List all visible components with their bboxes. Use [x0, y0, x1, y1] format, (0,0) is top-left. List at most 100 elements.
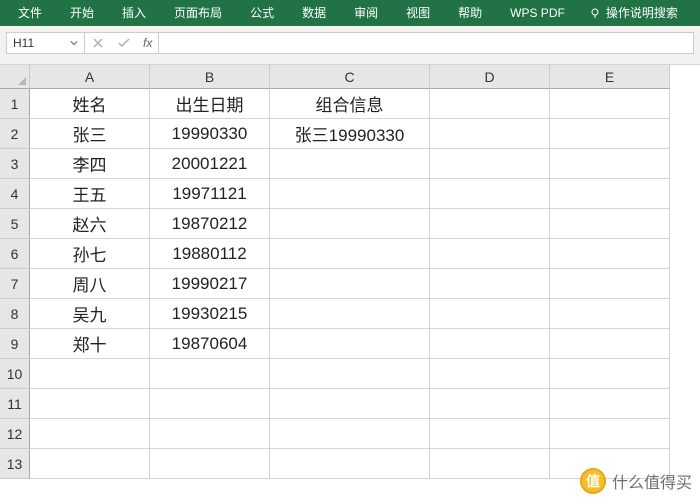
ribbon-tab-2[interactable]: 插入	[108, 0, 160, 26]
cell-B2[interactable]: 19990330	[150, 119, 270, 149]
row-header-12[interactable]: 12	[0, 419, 30, 449]
formula-input[interactable]	[159, 33, 693, 53]
name-box[interactable]: H11	[7, 33, 85, 53]
cell-D13[interactable]	[430, 449, 550, 479]
cell-A3[interactable]: 李四	[30, 149, 150, 179]
cell-B7[interactable]: 19990217	[150, 269, 270, 299]
cell-C7[interactable]	[270, 269, 430, 299]
cell-C3[interactable]	[270, 149, 430, 179]
cell-D11[interactable]	[430, 389, 550, 419]
cell-A1[interactable]: 姓名	[30, 89, 150, 119]
row-header-7[interactable]: 7	[0, 269, 30, 299]
cell-A9[interactable]: 郑十	[30, 329, 150, 359]
cell-E12[interactable]	[550, 419, 670, 449]
cell-C2[interactable]: 张三19990330	[270, 119, 430, 149]
ribbon-tab-0[interactable]: 文件	[4, 0, 56, 26]
row-header-4[interactable]: 4	[0, 179, 30, 209]
cell-D9[interactable]	[430, 329, 550, 359]
cell-D7[interactable]	[430, 269, 550, 299]
accept-formula-button[interactable]	[111, 33, 137, 53]
cell-B12[interactable]	[150, 419, 270, 449]
cell-E11[interactable]	[550, 389, 670, 419]
cell-D8[interactable]	[430, 299, 550, 329]
cell-A11[interactable]	[30, 389, 150, 419]
row-header-9[interactable]: 9	[0, 329, 30, 359]
cell-E4[interactable]	[550, 179, 670, 209]
ribbon-tab-7[interactable]: 视图	[392, 0, 444, 26]
column-header-C[interactable]: C	[270, 65, 430, 89]
column-header-A[interactable]: A	[30, 65, 150, 89]
cell-A7[interactable]: 周八	[30, 269, 150, 299]
row-header-13[interactable]: 13	[0, 449, 30, 479]
cell-A4[interactable]: 王五	[30, 179, 150, 209]
cell-B5[interactable]: 19870212	[150, 209, 270, 239]
ribbon-tab-9[interactable]: WPS PDF	[496, 0, 579, 26]
cell-E3[interactable]	[550, 149, 670, 179]
row-header-2[interactable]: 2	[0, 119, 30, 149]
cell-E5[interactable]	[550, 209, 670, 239]
cancel-formula-button[interactable]	[85, 33, 111, 53]
cell-C10[interactable]	[270, 359, 430, 389]
row-header-11[interactable]: 11	[0, 389, 30, 419]
cell-C6[interactable]	[270, 239, 430, 269]
tell-me-search[interactable]: 操作说明搜索	[579, 0, 688, 26]
column-header-E[interactable]: E	[550, 65, 670, 89]
cell-A10[interactable]	[30, 359, 150, 389]
cell-C9[interactable]	[270, 329, 430, 359]
ribbon-tab-4[interactable]: 公式	[236, 0, 288, 26]
ribbon-tab-1[interactable]: 开始	[56, 0, 108, 26]
row-header-8[interactable]: 8	[0, 299, 30, 329]
cell-D4[interactable]	[430, 179, 550, 209]
cell-E8[interactable]	[550, 299, 670, 329]
ribbon-tab-5[interactable]: 数据	[288, 0, 340, 26]
cell-A2[interactable]: 张三	[30, 119, 150, 149]
select-all-corner[interactable]	[0, 65, 30, 89]
ribbon-tab-3[interactable]: 页面布局	[160, 0, 236, 26]
column-header-B[interactable]: B	[150, 65, 270, 89]
cell-B6[interactable]: 19880112	[150, 239, 270, 269]
spreadsheet-grid[interactable]: ABCDE1姓名出生日期组合信息2张三19990330张三199903303李四…	[0, 65, 700, 499]
cell-E2[interactable]	[550, 119, 670, 149]
cell-B8[interactable]: 19930215	[150, 299, 270, 329]
row-header-1[interactable]: 1	[0, 89, 30, 119]
cell-C1[interactable]: 组合信息	[270, 89, 430, 119]
cell-C13[interactable]	[270, 449, 430, 479]
cell-C11[interactable]	[270, 389, 430, 419]
row-header-3[interactable]: 3	[0, 149, 30, 179]
row-header-10[interactable]: 10	[0, 359, 30, 389]
column-header-D[interactable]: D	[430, 65, 550, 89]
cell-C4[interactable]	[270, 179, 430, 209]
ribbon-tab-8[interactable]: 帮助	[444, 0, 496, 26]
cell-C5[interactable]	[270, 209, 430, 239]
cell-B3[interactable]: 20001221	[150, 149, 270, 179]
cell-D1[interactable]	[430, 89, 550, 119]
cell-E9[interactable]	[550, 329, 670, 359]
cell-D5[interactable]	[430, 209, 550, 239]
cell-D3[interactable]	[430, 149, 550, 179]
cell-E7[interactable]	[550, 269, 670, 299]
fx-label[interactable]: fx	[137, 36, 158, 50]
cell-C12[interactable]	[270, 419, 430, 449]
cell-D2[interactable]	[430, 119, 550, 149]
cell-B13[interactable]	[150, 449, 270, 479]
cell-D12[interactable]	[430, 419, 550, 449]
ribbon-tab-6[interactable]: 审阅	[340, 0, 392, 26]
cell-B1[interactable]: 出生日期	[150, 89, 270, 119]
cell-D6[interactable]	[430, 239, 550, 269]
cell-B4[interactable]: 19971121	[150, 179, 270, 209]
cell-A8[interactable]: 吴九	[30, 299, 150, 329]
cell-A5[interactable]: 赵六	[30, 209, 150, 239]
cell-A13[interactable]	[30, 449, 150, 479]
cell-A12[interactable]	[30, 419, 150, 449]
cell-D10[interactable]	[430, 359, 550, 389]
cell-E1[interactable]	[550, 89, 670, 119]
cell-B10[interactable]	[150, 359, 270, 389]
cell-B11[interactable]	[150, 389, 270, 419]
cell-E10[interactable]	[550, 359, 670, 389]
row-header-6[interactable]: 6	[0, 239, 30, 269]
cell-B9[interactable]: 19870604	[150, 329, 270, 359]
cell-A6[interactable]: 孙七	[30, 239, 150, 269]
cell-E6[interactable]	[550, 239, 670, 269]
cell-C8[interactable]	[270, 299, 430, 329]
row-header-5[interactable]: 5	[0, 209, 30, 239]
